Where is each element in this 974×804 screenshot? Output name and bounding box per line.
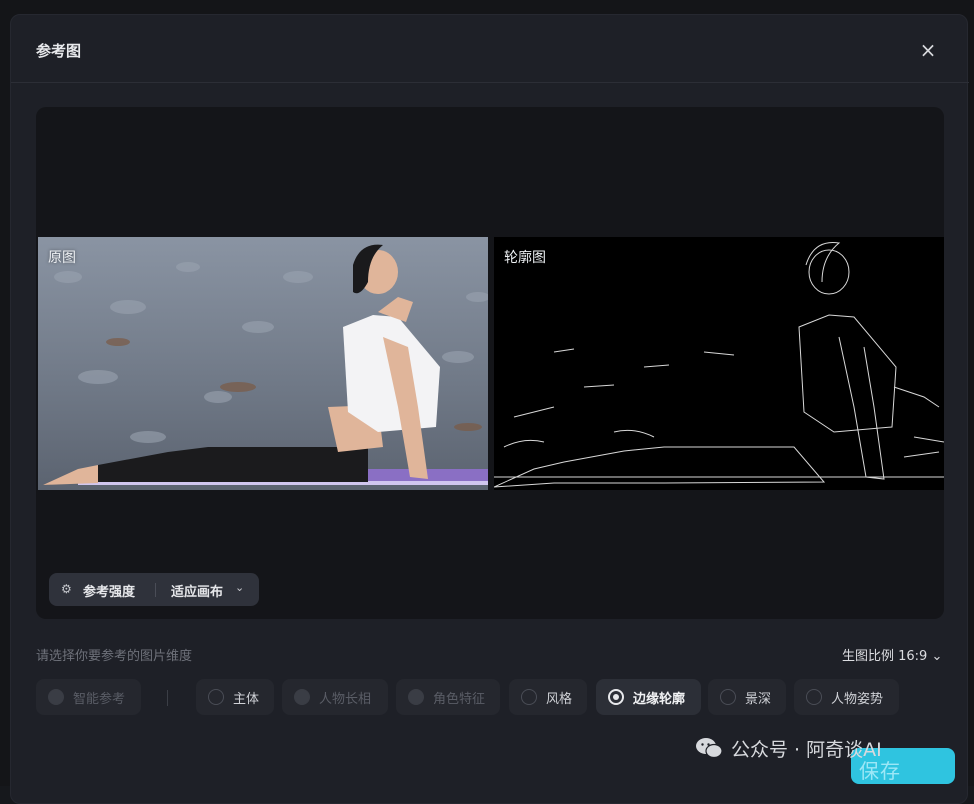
chip-depth[interactable]: 景深	[708, 679, 786, 715]
radio-icon	[48, 689, 64, 705]
fit-canvas-dropdown[interactable]: 适应画布	[171, 581, 223, 600]
radio-selected-icon	[608, 689, 624, 705]
chip-separator	[167, 690, 168, 706]
watermark-text: 公众号 · 阿奇谈AI	[731, 738, 882, 761]
close-icon: ×	[919, 38, 937, 62]
original-image: 原图	[38, 237, 488, 490]
watermark: 公众号 · 阿奇谈AI	[695, 733, 882, 763]
yoga-photo	[38, 237, 488, 490]
original-label: 原图	[48, 250, 76, 266]
reference-image-modal: 参考图 × 原图 轮廓图 ⚙ 参考强度 适应画布 ⌄ 请选择你要参考的图片维度 …	[10, 14, 969, 804]
contour-image: 轮廓图	[494, 237, 944, 490]
edge-contour-image	[494, 237, 944, 490]
radio-icon	[294, 689, 310, 705]
modal-title: 参考图	[36, 42, 82, 60]
aspect-ratio-dropdown[interactable]: 生图比例 16:9 ⌄	[842, 645, 942, 664]
radio-icon	[720, 689, 736, 705]
radio-icon	[208, 689, 224, 705]
modal-header: 参考图 ×	[11, 15, 969, 83]
image-preview: 原图 轮廓图 ⚙ 参考强度 适应画布 ⌄	[36, 107, 944, 619]
chip-character[interactable]: 角色特征	[396, 679, 500, 715]
chevron-down-icon: ⌄	[235, 581, 245, 594]
dimension-hint: 请选择你要参考的图片维度	[36, 649, 193, 664]
radio-icon	[521, 689, 537, 705]
chip-face[interactable]: 人物长相	[282, 679, 388, 715]
contour-label: 轮廓图	[504, 250, 546, 266]
toolbar-divider	[155, 583, 156, 597]
sliders-icon: ⚙	[61, 582, 72, 596]
wechat-icon	[696, 738, 723, 759]
chip-subject[interactable]: 主体	[196, 679, 274, 715]
reference-strength-button[interactable]: 参考强度	[83, 581, 135, 600]
radio-icon	[806, 689, 822, 705]
radio-icon	[408, 689, 424, 705]
dimension-options: 智能参考 主体 人物长相 角色特征 风格 边缘轮廓 景深 人物姿势	[36, 679, 956, 719]
chip-pose[interactable]: 人物姿势	[794, 679, 899, 715]
reference-toolbar: ⚙ 参考强度 适应画布 ⌄	[49, 573, 259, 606]
close-button[interactable]: ×	[917, 39, 939, 61]
chip-style[interactable]: 风格	[509, 679, 587, 715]
chip-smart-reference[interactable]: 智能参考	[36, 679, 141, 715]
chip-edge-contour[interactable]: 边缘轮廓	[596, 679, 701, 715]
